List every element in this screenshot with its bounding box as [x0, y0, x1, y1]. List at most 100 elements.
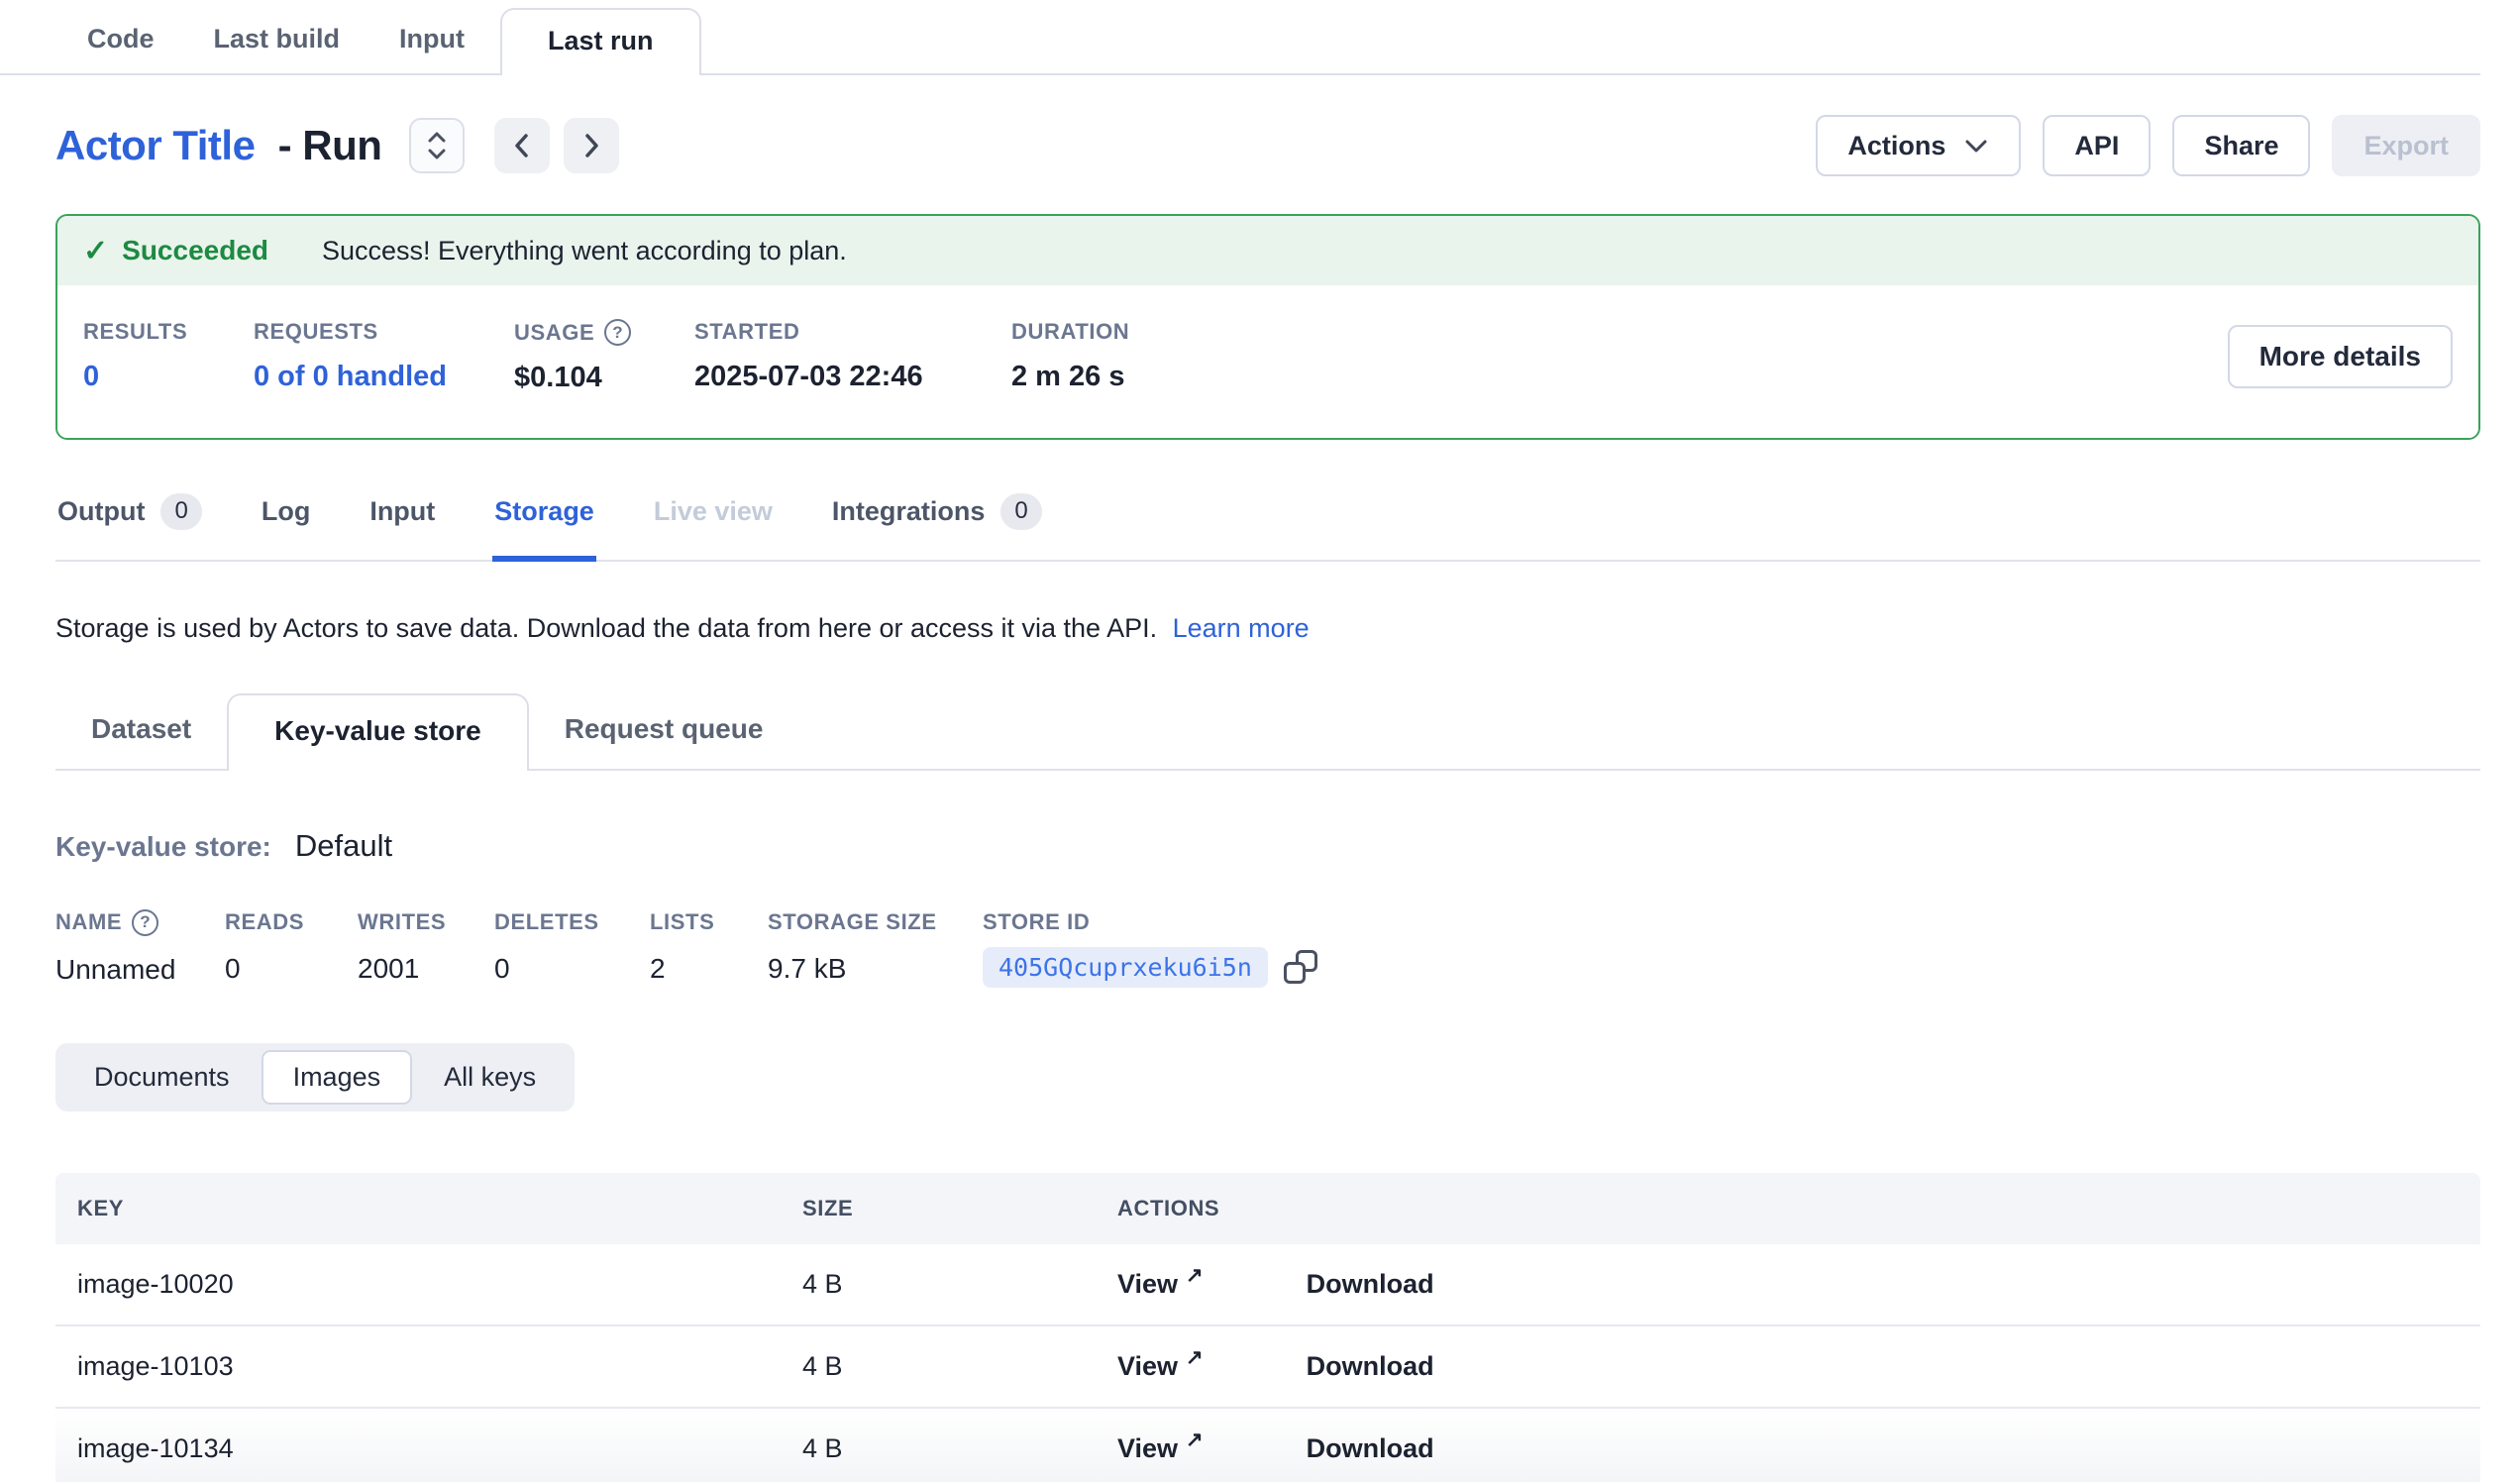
- row-key: image-10103: [55, 1351, 802, 1382]
- tab-live-view: Live view: [652, 466, 775, 560]
- tab-last-build[interactable]: Last build: [184, 4, 370, 73]
- store-stat-name-label: NAME ?: [55, 909, 225, 936]
- store-stat-writes-label: WRITES: [358, 909, 494, 935]
- store-stat-store-id-label: STORE ID: [983, 909, 1317, 935]
- store-name-row: Key-value store: Default: [55, 828, 2480, 864]
- tab-dataset[interactable]: Dataset: [55, 689, 227, 769]
- table-row: image-10020 4 B View ↗ Download: [55, 1244, 2480, 1326]
- status-message: Success! Everything went according to pl…: [322, 236, 847, 266]
- tab-request-queue[interactable]: Request queue: [529, 689, 799, 769]
- store-name-value: Default: [295, 828, 392, 864]
- stat-results-value[interactable]: 0: [83, 361, 254, 393]
- store-name-label: Key-value store:: [55, 831, 271, 863]
- tab-last-run[interactable]: Last run: [500, 8, 701, 75]
- copy-icon[interactable]: [1284, 950, 1317, 984]
- table-header-row: KEY SIZE ACTIONS: [55, 1173, 2480, 1244]
- stat-started-label: STARTED: [694, 319, 1011, 345]
- download-link[interactable]: Download: [1307, 1269, 1434, 1300]
- tab-integrations[interactable]: Integrations 0: [830, 466, 1044, 560]
- run-title-suffix: - Run: [278, 122, 382, 168]
- tab-run-input[interactable]: Input: [368, 466, 437, 560]
- storage-description: Storage is used by Actors to save data. …: [55, 613, 2480, 644]
- view-link-label: View: [1117, 1433, 1178, 1464]
- next-run-button[interactable]: [564, 118, 619, 173]
- filter-all-keys[interactable]: All keys: [412, 1050, 568, 1105]
- actions-button[interactable]: Actions: [1816, 115, 2021, 176]
- stat-started: STARTED 2025-07-03 22:46: [694, 319, 1011, 393]
- key-filter-segmented-control: Documents Images All keys: [55, 1043, 575, 1112]
- store-stat-storage-size-value: 9.7 kB: [768, 953, 983, 985]
- output-count-badge: 0: [160, 493, 201, 530]
- name-help-icon[interactable]: ?: [132, 909, 158, 936]
- store-stat-deletes-label: DELETES: [494, 909, 650, 935]
- more-details-button[interactable]: More details: [2228, 325, 2453, 388]
- stat-usage-label-text: USAGE: [514, 320, 594, 346]
- row-size: 4 B: [802, 1351, 1100, 1382]
- external-link-icon: ↗: [1186, 1428, 1204, 1452]
- run-selector-button[interactable]: [409, 118, 465, 173]
- title-row: Actor Title - Run: [55, 115, 2480, 176]
- share-button[interactable]: Share: [2172, 115, 2310, 176]
- row-key: image-10134: [55, 1433, 802, 1464]
- view-link[interactable]: View ↗: [1117, 1269, 1204, 1300]
- store-id-value[interactable]: 405GQcuprxeku6i5n: [983, 947, 1268, 988]
- tab-code[interactable]: Code: [57, 4, 184, 73]
- run-status-card: ✓ Succeeded Success! Everything went acc…: [55, 214, 2480, 440]
- previous-run-button[interactable]: [494, 118, 550, 173]
- actor-title-link[interactable]: Actor Title: [55, 122, 255, 168]
- store-stat-reads-label: READS: [225, 909, 358, 935]
- download-link[interactable]: Download: [1307, 1351, 1434, 1382]
- run-tab-bar: Output 0 Log Input Storage Live view Int…: [55, 466, 2480, 562]
- export-button: Export: [2332, 115, 2480, 176]
- tab-output-label: Output: [57, 496, 145, 527]
- row-size: 4 B: [802, 1433, 1100, 1464]
- tab-log[interactable]: Log: [260, 466, 312, 560]
- external-link-icon: ↗: [1186, 1345, 1204, 1370]
- store-stat-writes-value: 2001: [358, 953, 494, 985]
- row-key: image-10020: [55, 1269, 802, 1300]
- external-link-icon: ↗: [1186, 1263, 1204, 1288]
- stat-requests-value[interactable]: 0 of 0 handled: [254, 361, 514, 393]
- run-stats-row: RESULTS 0 REQUESTS 0 of 0 handled USAGE …: [57, 285, 2478, 438]
- api-button[interactable]: API: [2043, 115, 2151, 176]
- tab-storage[interactable]: Storage: [492, 466, 596, 562]
- filter-images[interactable]: Images: [262, 1050, 413, 1105]
- success-banner: ✓ Succeeded Success! Everything went acc…: [57, 216, 2478, 285]
- column-header-actions: ACTIONS: [1100, 1196, 1219, 1221]
- stat-results: RESULTS 0: [83, 319, 254, 393]
- store-stat-deletes-value: 0: [494, 953, 650, 985]
- stat-usage-value: $0.104: [514, 362, 694, 394]
- store-stat-writes: WRITES 2001: [358, 909, 494, 988]
- store-stat-lists-label: LISTS: [650, 909, 768, 935]
- view-link[interactable]: View ↗: [1117, 1351, 1204, 1382]
- download-link[interactable]: Download: [1307, 1433, 1434, 1464]
- chevron-right-icon: [581, 131, 601, 160]
- tab-input[interactable]: Input: [369, 4, 494, 73]
- chevron-down-icon: [1963, 137, 1989, 155]
- chevron-left-icon: [512, 131, 532, 160]
- row-size: 4 B: [802, 1269, 1100, 1300]
- check-icon: ✓: [83, 234, 108, 268]
- keys-table: KEY SIZE ACTIONS image-10020 4 B View ↗ …: [55, 1173, 2480, 1482]
- usage-help-icon[interactable]: ?: [604, 319, 631, 346]
- learn-more-link[interactable]: Learn more: [1173, 613, 1310, 643]
- filter-documents[interactable]: Documents: [62, 1050, 262, 1105]
- page-title: Actor Title - Run: [55, 122, 381, 169]
- view-link[interactable]: View ↗: [1117, 1433, 1204, 1464]
- view-link-label: View: [1117, 1351, 1178, 1382]
- tab-integrations-label: Integrations: [832, 496, 986, 527]
- tab-key-value-store[interactable]: Key-value store: [227, 693, 529, 771]
- stat-usage: USAGE ? $0.104: [514, 319, 694, 394]
- table-row: image-10134 4 B View ↗ Download: [55, 1409, 2480, 1482]
- storage-description-text: Storage is used by Actors to save data. …: [55, 613, 1157, 643]
- stat-duration-label: DURATION: [1011, 319, 1129, 345]
- stat-requests-label: REQUESTS: [254, 319, 514, 345]
- column-header-key: KEY: [55, 1196, 802, 1221]
- tab-output[interactable]: Output 0: [55, 466, 204, 560]
- storage-type-tab-bar: Dataset Key-value store Request queue: [55, 686, 2480, 771]
- store-stat-storage-size-label: STORAGE SIZE: [768, 909, 983, 935]
- store-stat-name-value: Unnamed: [55, 954, 225, 986]
- stat-duration-value: 2 m 26 s: [1011, 361, 1129, 393]
- store-stat-reads-value: 0: [225, 953, 358, 985]
- column-header-size: SIZE: [802, 1196, 1100, 1221]
